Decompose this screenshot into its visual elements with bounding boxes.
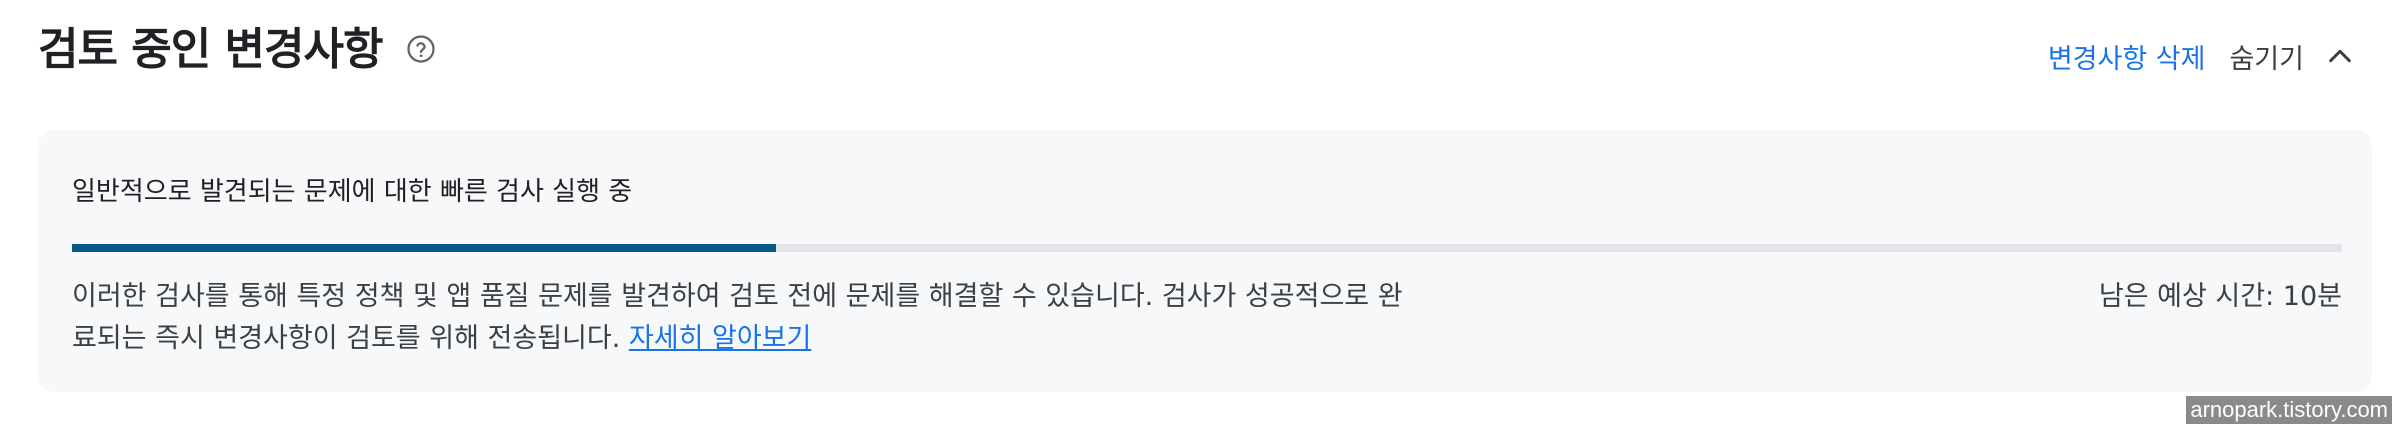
hide-button[interactable]: 숨기기 [2229, 37, 2304, 76]
time-remaining: 남은 예상 시간: 10분 [2098, 281, 2342, 312]
help-circle-icon[interactable] [406, 34, 436, 64]
check-title: 일반적으로 발견되는 문제에 대한 빠른 검사 실행 중 [72, 177, 633, 207]
page-header: 검토 중인 변경사항 변경사항 삭제 숨기기 [38, 20, 2356, 90]
page-title: 검토 중인 변경사항 [38, 24, 383, 75]
quick-check-card: 일반적으로 발견되는 문제에 대한 빠른 검사 실행 중 이러한 검사를 통해 … [38, 130, 2372, 392]
check-description: 이러한 검사를 통해 특정 정책 및 앱 품질 문제를 발견하여 검토 전에 문… [72, 276, 1412, 360]
progress-fill [72, 244, 776, 252]
header-actions: 변경사항 삭제 숨기기 [2048, 36, 2356, 76]
chevron-up-icon[interactable] [2324, 40, 2356, 72]
delete-changes-button[interactable]: 변경사항 삭제 [2048, 37, 2206, 76]
watermark: arnopark.tistory.com [2186, 396, 2392, 424]
learn-more-link[interactable]: 자세히 알아보기 [629, 323, 811, 354]
progress-bar [72, 244, 2342, 252]
